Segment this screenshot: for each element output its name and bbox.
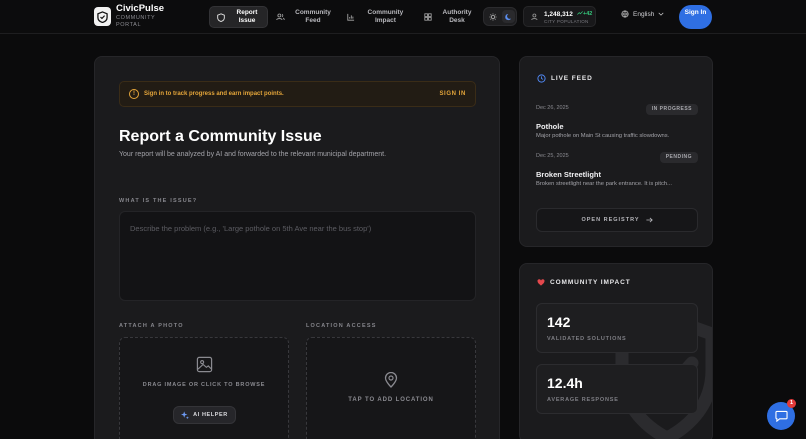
heart-icon [537,279,545,286]
photo-upload-dropzone[interactable]: DRAG IMAGE OR CLICK TO BROWSE AI HELPER [119,337,289,439]
open-registry-button[interactable]: OPEN REGISTRY [536,208,698,232]
brand-name: CivicPulse [116,3,165,14]
stat-value: 12.4h [547,375,583,391]
shield-icon [217,12,225,22]
shield-logo-icon [94,7,111,26]
feed-title: Pothole [536,122,564,131]
nav-label: Authority Desk [442,9,472,24]
info-icon: ! [129,89,139,99]
language-value: English [633,10,655,18]
chat-bubble-icon [774,410,788,422]
city-population-widget: 1,248,312 +42 CITY POPULATION [523,6,596,27]
feed-title: Broken Streetlight [536,170,602,179]
language-selector[interactable]: English [621,10,664,18]
image-icon [196,356,213,373]
signin-banner: ! Sign in to track progress and earn imp… [119,81,476,107]
issue-placeholder: Describe the problem (e.g., 'Large potho… [130,224,372,233]
feed-description: Broken streetlight near the park entranc… [536,181,672,187]
clock-icon [537,74,546,83]
brand-subtitle: COMMUNITY PORTAL [116,15,156,28]
issue-description-input[interactable]: Describe the problem (e.g., 'Large potho… [119,211,476,301]
feed-description: Major pothole on Main St causing traffic… [536,133,670,139]
location-access-button[interactable]: TAP TO ADD LOCATION [306,337,476,439]
live-feed-header: LIVE FEED [537,74,593,83]
population-delta: +42 [577,11,592,17]
nav-community-impact[interactable]: Community Impact [345,6,411,28]
nav-label: Community Feed [295,9,331,24]
status-badge: IN PROGRESS [645,104,698,115]
photo-label: ATTACH A PHOTO [119,323,184,329]
theme-toggle[interactable] [483,7,517,26]
stat-card-validated: 142 VALIDATED SOLUTIONS [536,303,698,353]
live-feed-card: LIVE FEED Dec 26, 2025 IN PROGRESS Potho… [519,56,713,247]
stat-label: VALIDATED SOLUTIONS [547,336,627,342]
page-subtitle: Your report will be analyzed by AI and f… [119,151,387,158]
banner-message: Sign in to track progress and earn impac… [144,91,284,97]
population-label: CITY POPULATION [544,19,589,24]
dashboard-icon [424,13,432,21]
users-icon [276,13,285,21]
community-impact-title: COMMUNITY IMPACT [550,279,631,286]
photo-upload-prompt: DRAG IMAGE OR CLICK TO BROWSE [142,382,266,388]
stat-label: AVERAGE RESPONSE [547,397,619,403]
globe-icon [621,10,629,18]
sun-icon[interactable] [487,11,499,23]
top-nav-bar: CivicPulse COMMUNITY PORTAL Report Issue… [0,0,806,34]
status-badge: PENDING [659,152,698,163]
location-prompt: TAP TO ADD LOCATION [348,397,434,403]
nav-label: Report Issue [236,9,258,24]
bar-chart-icon [347,13,355,21]
banner-sign-in-link[interactable]: SIGN IN [439,91,466,97]
stat-value: 142 [547,314,571,330]
feed-date: Dec 26, 2025 [536,105,569,111]
chevron-down-icon [658,12,664,16]
nav-authority-desk[interactable]: Authority Desk [422,6,478,28]
nav-community-feed[interactable]: Community Feed [274,6,336,28]
issue-label: WHAT IS THE ISSUE? [119,198,198,204]
community-impact-card: COMMUNITY IMPACT 142 VALIDATED SOLUTIONS… [519,263,713,439]
location-label: LOCATION ACCESS [306,323,377,329]
feed-date: Dec 25, 2025 [536,153,569,159]
ai-helper-label: AI HELPER [193,412,228,418]
ai-helper-button[interactable]: AI HELPER [173,406,236,424]
stat-card-response: 12.4h AVERAGE RESPONSE [536,364,698,414]
moon-icon[interactable] [502,10,515,23]
report-issue-card: ! Sign in to track progress and earn imp… [94,56,500,439]
notification-badge: 1 [787,399,796,408]
sparkles-icon [181,411,190,419]
sign-in-button[interactable]: Sign In [679,5,712,29]
population-delta-value: +42 [583,11,593,17]
nav-report-issue[interactable]: Report Issue [209,6,268,28]
open-registry-label: OPEN REGISTRY [581,217,640,223]
arrow-right-icon [645,217,653,223]
users-icon [531,13,538,21]
community-impact-header: COMMUNITY IMPACT [537,279,631,286]
page-title: Report a Community Issue [119,128,322,145]
population-value: 1,248,312 [544,11,573,18]
map-pin-icon [384,372,398,388]
live-feed-title: LIVE FEED [551,75,593,82]
nav-label: Community Impact [367,9,404,24]
